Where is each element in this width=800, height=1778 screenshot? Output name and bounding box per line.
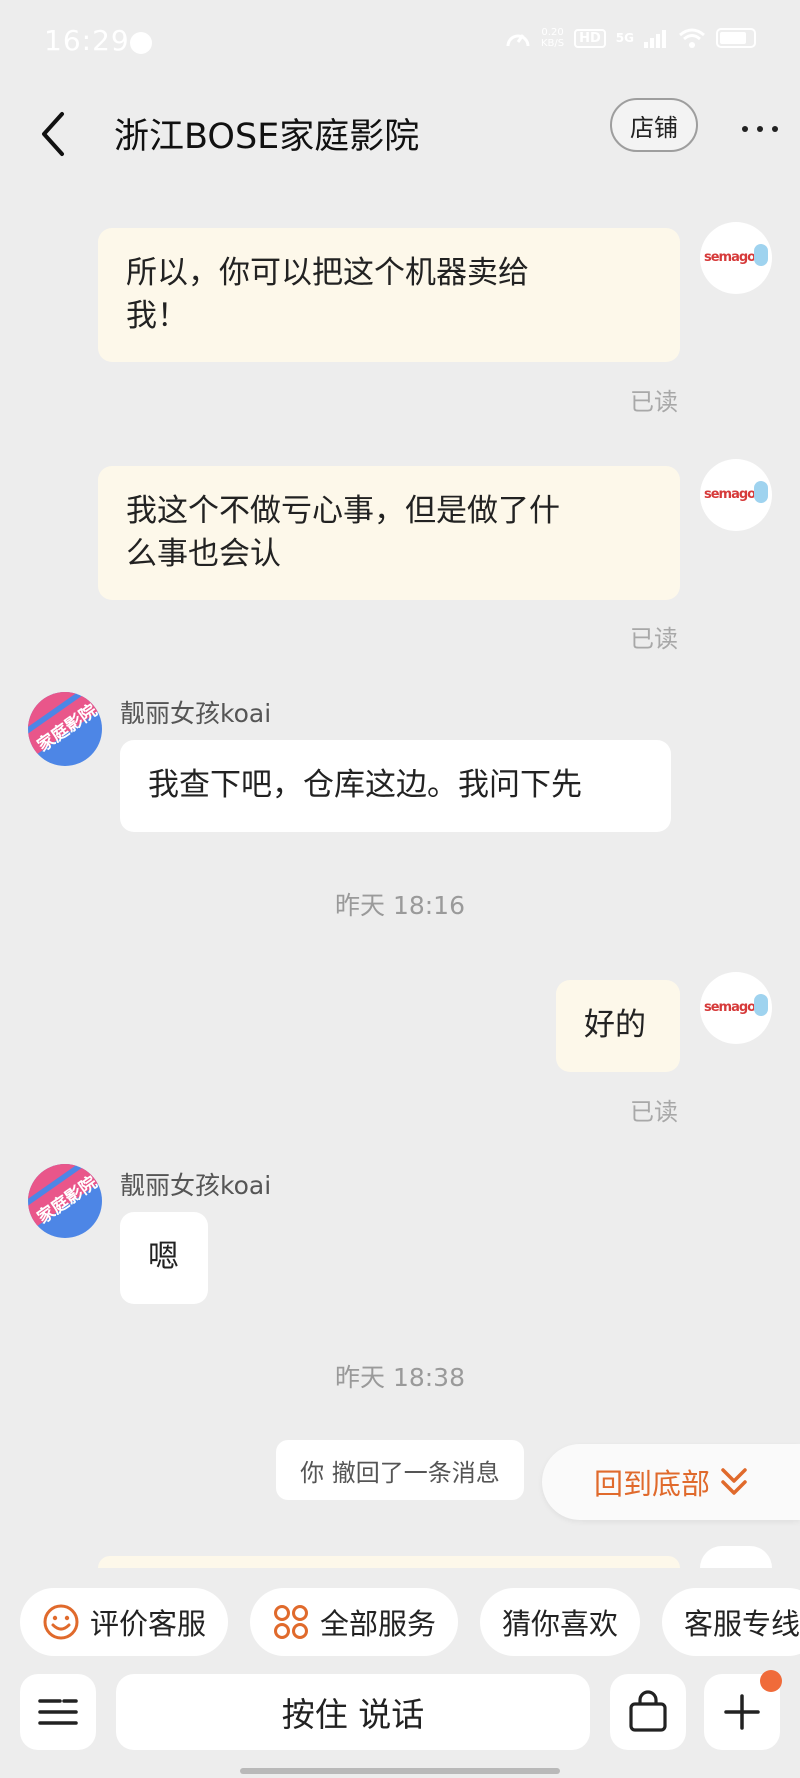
all-services-chip[interactable]: 全部服务 [250,1588,459,1656]
shop-message[interactable]: 嗯 [120,1212,208,1304]
menu-button[interactable] [20,1674,96,1750]
message-text: 么事也会认 [126,536,281,572]
smile-icon [43,1604,79,1640]
mascot-icon [754,481,768,503]
partial-avatar [700,1546,772,1568]
my-message[interactable]: 好的 [556,980,680,1072]
shopping-bag-button[interactable] [610,1674,686,1750]
back-button[interactable] [34,104,74,164]
shop-message[interactable]: 我查下吧，仓库这边。我问下先 [120,740,671,832]
chip-label: 评价客服 [90,1607,207,1641]
nav-bar: 浙江BOSE家庭影院 店铺 [0,86,800,216]
partial-message [98,1556,680,1568]
semago-logo: semago [704,487,756,502]
semago-logo: semago [704,1000,756,1015]
speed-value: 0.20 [541,27,564,38]
shop-avatar[interactable]: 家庭影院 [28,692,102,766]
semago-logo: semago [704,250,756,265]
hd-badge: HD [574,28,606,48]
chip-label: 客服专线 [684,1607,800,1641]
message-text: 嗯 [148,1239,179,1275]
message-text: 我这个不做亏心事，但是做了什 [126,493,560,529]
chat-title: 浙江BOSE家庭影院 [114,117,420,157]
rate-service-chip[interactable]: 评价客服 [20,1588,229,1656]
my-message[interactable]: 所以，你可以把这个机器卖给 我！ [98,228,680,362]
back-to-bottom-label: 回到底部 [594,1467,711,1501]
chip-label: 猜你喜欢 [502,1607,619,1641]
chevron-left-icon [42,112,64,156]
shop-button[interactable]: 店铺 [610,98,698,152]
sender-name: 靓丽女孩koai [120,1171,272,1200]
mascot-icon [754,244,768,266]
my-avatar[interactable]: semago [700,972,772,1044]
sender-name: 靓丽女孩koai [120,699,272,728]
notification-dot [760,1670,782,1692]
shop-avatar[interactable]: 家庭影院 [28,1164,102,1238]
guess-you-like-chip[interactable]: 猜你喜欢 [480,1588,641,1656]
menu-lines-icon [38,1699,78,1725]
recall-notice: 你 撤回了一条消息 [276,1440,524,1500]
quick-actions: 评价客服 全部服务 猜你喜欢 客服专线 [20,1588,800,1656]
more-icon[interactable] [740,108,780,148]
network-speed: 0.20 KB/S [541,27,564,49]
network-type: 5G [615,31,634,45]
my-message[interactable]: 我这个不做亏心事，但是做了什 么事也会认 [98,466,680,600]
hold-to-talk-button[interactable]: 按住 说话 [116,1674,590,1750]
read-status: 已读 [630,388,678,416]
wifi-icon [679,28,705,48]
status-bar: 16:29 0.20 KB/S HD 5G [0,0,800,86]
message-timestamp: 昨天 18:16 [335,891,465,920]
mascot-icon [754,994,768,1016]
home-indicator[interactable] [240,1768,560,1774]
my-avatar[interactable]: semago [700,222,772,294]
my-avatar[interactable]: semago [700,459,772,531]
shopping-bag-icon [629,1690,667,1732]
read-status: 已读 [630,625,678,653]
input-bar: 按住 说话 [0,1664,800,1778]
battery-icon [716,28,756,48]
status-icons: 0.20 KB/S HD 5G [505,26,756,50]
read-status: 已读 [630,1098,678,1126]
message-text: 好的 [584,1007,646,1043]
message-timestamp: 昨天 18:38 [335,1363,465,1392]
status-time: 16:29 [44,24,130,57]
notification-icon [130,32,152,54]
message-text: 我！ [126,298,188,334]
plus-icon [724,1694,760,1730]
speed-unit: KB/S [540,38,565,49]
signal-icon [644,30,666,48]
plus-button[interactable] [704,1670,782,1750]
service-hotline-chip[interactable]: 客服专线 [662,1588,800,1656]
double-chevron-down-icon [721,1468,747,1495]
message-text: 我查下吧，仓库这边。我问下先 [148,767,582,803]
grid-icon [274,1605,309,1639]
chip-label: 全部服务 [320,1607,437,1641]
message-text: 所以，你可以把这个机器卖给 [126,255,529,291]
speedometer-icon [506,34,530,47]
back-to-bottom-button[interactable]: 回到底部 [542,1444,800,1520]
